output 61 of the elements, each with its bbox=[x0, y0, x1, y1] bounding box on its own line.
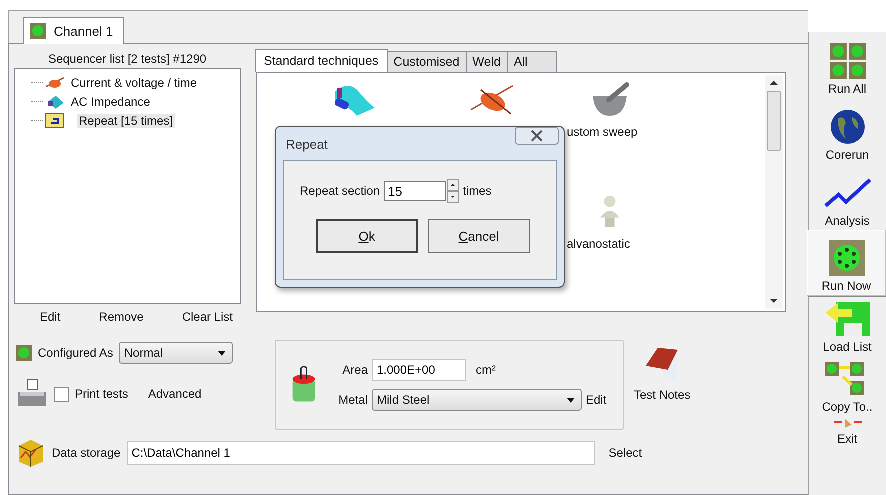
sequencer-item[interactable]: AC Impedance bbox=[69, 94, 152, 108]
area-field[interactable]: 1.000E+00 bbox=[372, 359, 466, 381]
channel-tab[interactable]: Channel 1 bbox=[23, 17, 124, 44]
data-storage-field[interactable]: C:\Data\Channel 1 bbox=[126, 441, 595, 465]
connector-grid-icon bbox=[830, 43, 866, 79]
sequencer-item[interactable]: Repeat [15 times] bbox=[77, 114, 176, 128]
technique-label: alvanostatic bbox=[567, 237, 630, 251]
advanced-button[interactable]: Advanced bbox=[148, 387, 202, 401]
metal-dropdown[interactable]: Mild Steel bbox=[372, 389, 582, 411]
list-action-button[interactable]: Remove bbox=[99, 310, 144, 324]
sidebar-button[interactable]: Exit bbox=[809, 416, 886, 448]
spin-buttons-icon[interactable] bbox=[447, 179, 460, 203]
technique-tab[interactable]: Customised bbox=[386, 51, 467, 72]
scroll-up-icon[interactable] bbox=[770, 80, 778, 86]
sequencer-title: Sequencer list [2 tests] #1290 bbox=[47, 51, 208, 68]
globe-icon bbox=[830, 109, 866, 145]
mode-dropdown[interactable]: Normal bbox=[119, 342, 234, 364]
dialog-button[interactable]: Cancel bbox=[428, 219, 530, 253]
scrollbar-thumb[interactable] bbox=[767, 91, 781, 151]
list-action-button[interactable]: Clear List bbox=[182, 310, 233, 324]
metal-label: Metal bbox=[338, 393, 368, 407]
caret-icon bbox=[567, 398, 575, 402]
sidebar-button[interactable]: Analysis bbox=[809, 164, 886, 230]
sidebar-button[interactable]: Copy To.. bbox=[809, 356, 886, 416]
vertical-scrollbar[interactable] bbox=[765, 75, 783, 309]
dialog-title: Repeat bbox=[286, 137, 328, 152]
connector-icon bbox=[30, 23, 46, 39]
sidebar-button[interactable]: Load List bbox=[809, 296, 886, 356]
technique-tab[interactable]: Standard techniques bbox=[255, 49, 388, 72]
technique-tab[interactable]: Weld bbox=[466, 51, 508, 72]
dialog-button[interactable]: Ok bbox=[316, 219, 418, 253]
sidebar-button[interactable]: Run Now bbox=[807, 230, 886, 296]
list-action-button[interactable]: Edit bbox=[40, 310, 61, 324]
repeat-icon bbox=[45, 112, 65, 128]
impedance-icon bbox=[45, 94, 65, 110]
configured-as-label: Configured As bbox=[38, 346, 114, 360]
data-cube-icon bbox=[16, 438, 46, 468]
data-storage-label: Data storage bbox=[52, 446, 121, 460]
sequencer-item[interactable]: Current & voltage / time bbox=[69, 76, 200, 90]
print-tests-checkbox[interactable] bbox=[54, 386, 69, 402]
select-button[interactable]: Select bbox=[608, 446, 642, 460]
technique-label: ustom sweep bbox=[567, 125, 638, 139]
electrode-cell-icon bbox=[290, 365, 318, 405]
sidebar-button[interactable]: Run All bbox=[809, 32, 886, 98]
checkbox-label: Print tests bbox=[75, 387, 128, 401]
area-label: Area bbox=[342, 363, 368, 377]
scroll-down-icon[interactable] bbox=[770, 298, 778, 304]
floppy-disk-icon bbox=[824, 301, 872, 337]
field-label: Repeat section bbox=[300, 184, 380, 198]
connector-icon bbox=[828, 240, 864, 276]
unit-label: times bbox=[463, 184, 492, 198]
unit-label: cm² bbox=[476, 363, 496, 377]
caret-icon bbox=[218, 350, 226, 356]
close-icon[interactable] bbox=[515, 127, 559, 145]
edit-button[interactable]: Edit bbox=[586, 393, 607, 407]
sidebar-button[interactable]: Corerun bbox=[809, 98, 886, 164]
technique-tab[interactable]: All bbox=[506, 51, 557, 72]
test-notes-button[interactable]: Test Notes bbox=[634, 340, 691, 402]
scan-icon bbox=[45, 74, 65, 90]
connector-icon bbox=[16, 345, 32, 361]
repeat-count-field[interactable]: 15 bbox=[384, 181, 446, 201]
